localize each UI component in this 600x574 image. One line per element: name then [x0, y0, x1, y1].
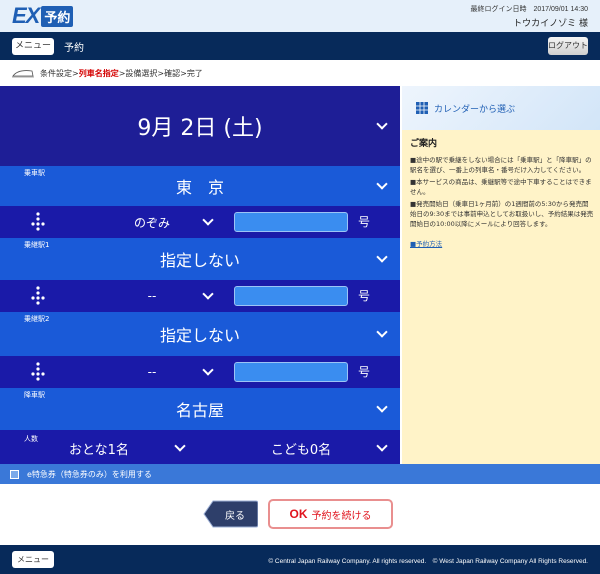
- chevron-down-icon: [376, 401, 388, 413]
- chevron-down-icon: [202, 288, 214, 300]
- menu-button[interactable]: メニュー: [12, 38, 54, 55]
- last-login-info: 最終ログイン日時 2017/09/01 14:30: [470, 6, 589, 13]
- people-label: 人数: [24, 435, 38, 443]
- arrival-label: 降車駅: [24, 391, 45, 399]
- transfer-station-2-select[interactable]: 乗継駅2 指定しない: [0, 312, 400, 356]
- copyright-text: © Central Japan Railway Company. All rig…: [268, 558, 588, 565]
- guide-box: ご案内 ■途中の駅で乗継をしない場合には「乗車駅」と「降車駅」の駅名を選び、一番…: [410, 136, 594, 250]
- reservation-method-link[interactable]: ■予約方法: [410, 240, 442, 248]
- train-row-3: -- 号: [0, 356, 400, 388]
- chevron-down-icon: [202, 364, 214, 376]
- number-suffix: 号: [358, 215, 371, 229]
- footer: メニュー © Central Japan Railway Company. Al…: [0, 545, 600, 574]
- train-name-select-1[interactable]: のぞみ: [78, 206, 226, 238]
- step-confirm: 確認: [164, 68, 181, 78]
- step-breadcrumb: 条件設定 > 列車名指定 > 設備選択 > 確認 > 完了: [0, 62, 600, 84]
- train-number-input-3[interactable]: [234, 362, 348, 382]
- date-select[interactable]: 9月 2日 (土): [0, 86, 400, 166]
- transfer-2-value: 指定しない: [159, 326, 240, 345]
- departure-station-select[interactable]: 乗車駅 東 京: [0, 166, 400, 206]
- transfer-1-value: 指定しない: [159, 251, 240, 270]
- passenger-count-row: おとな1名 人数 こども0名: [0, 432, 400, 464]
- top-header: EX 予約 最終ログイン日時 2017/09/01 14:30 トウカイノゾミ …: [0, 0, 600, 32]
- chevron-down-icon: [376, 440, 388, 452]
- departure-value: 東 京: [175, 178, 224, 197]
- page-title: 予約: [64, 43, 84, 54]
- guide-text-3: ■発売開始日（乗車日1ヶ月前）の1週間前の5:30から発売開始日の9:30までは…: [410, 200, 594, 228]
- children-value: こども0名: [270, 442, 332, 458]
- train-number-input-2[interactable]: [234, 286, 348, 306]
- chevron-down-icon: [376, 251, 388, 263]
- step-separator: >: [180, 68, 187, 78]
- train-row-2: -- 号: [0, 280, 400, 312]
- children-select[interactable]: こども0名: [202, 432, 400, 464]
- dots-icon: [31, 212, 45, 231]
- train-icon: [12, 70, 34, 78]
- dots-icon: [31, 362, 45, 381]
- chevron-down-icon: [202, 214, 214, 226]
- logo-main: EX: [12, 3, 40, 28]
- logo-sub: 予約: [41, 5, 74, 27]
- ok-label: OK: [289, 507, 308, 521]
- train-name-select-3[interactable]: --: [78, 356, 226, 388]
- chevron-down-icon: [376, 326, 388, 338]
- train-name-value: --: [147, 365, 157, 379]
- step-separator: >: [72, 68, 79, 78]
- adults-value: おとな1名: [69, 442, 129, 458]
- step-facility: 設備選択: [125, 68, 158, 78]
- date-value: 9月 2日 (土): [137, 116, 263, 141]
- departure-label: 乗車駅: [24, 169, 45, 177]
- back-button[interactable]: 戻る: [203, 500, 258, 528]
- chevron-down-icon: [376, 118, 388, 130]
- dots-icon: [31, 286, 45, 305]
- arrival-value: 名古屋: [175, 401, 224, 420]
- guide-text-2: ■本サービスの商品は、乗継駅等で途中下車することはできません。: [410, 178, 592, 196]
- step-train-name: 列車名指定: [78, 68, 119, 78]
- train-number-input-1[interactable]: [234, 212, 348, 232]
- step-condition: 条件設定: [40, 68, 72, 78]
- logout-button[interactable]: ログアウト: [548, 37, 588, 55]
- transfer-1-label: 乗継駅1: [24, 241, 50, 249]
- guide-title: ご案内: [410, 139, 438, 149]
- step-separator: >: [157, 68, 165, 78]
- nav-bar: メニュー 予約 ログアウト: [0, 32, 600, 60]
- calendar-grid-icon: [416, 102, 428, 114]
- e-ticket-checkbox[interactable]: [10, 469, 19, 479]
- reservation-form: 9月 2日 (土) 乗車駅 東 京 のぞみ 号 乗継駅1 指定しない -- 号 …: [0, 86, 400, 464]
- calendar-button[interactable]: カレンダーから選ぶ: [402, 86, 600, 130]
- e-ticket-label: e特急券（特急券のみ）を利用する: [27, 469, 152, 479]
- transfer-2-label: 乗継駅2: [24, 315, 50, 323]
- back-label: 戻る: [225, 511, 245, 522]
- ex-logo: EX 予約: [12, 3, 74, 28]
- continue-reservation-button[interactable]: OK 予約を続ける: [268, 499, 393, 529]
- arrival-station-select[interactable]: 降車駅 名古屋: [0, 388, 400, 430]
- train-name-value: --: [147, 289, 157, 303]
- guide-text-1: ■途中の駅で乗継をしない場合には「乗車駅」と「降車駅」の駅名を選び、一番上の列車…: [410, 156, 592, 174]
- side-panel: カレンダーから選ぶ ご案内 ■途中の駅で乗継をしない場合には「乗車駅」と「降車駅…: [402, 86, 600, 464]
- train-name-select-2[interactable]: --: [78, 280, 226, 312]
- footer-menu-button[interactable]: メニュー: [12, 551, 54, 568]
- number-suffix: 号: [358, 289, 371, 303]
- continue-label: 予約を続ける: [311, 510, 372, 522]
- user-name: トウカイノゾミ 様: [513, 19, 588, 29]
- e-ticket-option[interactable]: e特急券（特急券のみ）を利用する: [0, 464, 600, 484]
- chevron-down-icon: [376, 178, 388, 190]
- number-suffix: 号: [358, 365, 371, 379]
- step-separator: >: [118, 68, 126, 78]
- step-complete: 完了: [186, 68, 203, 78]
- chevron-down-icon: [174, 440, 186, 452]
- calendar-label: カレンダーから選ぶ: [434, 104, 516, 115]
- train-name-value: のぞみ: [133, 215, 170, 230]
- train-row-1: のぞみ 号: [0, 206, 400, 238]
- transfer-station-1-select[interactable]: 乗継駅1 指定しない: [0, 238, 400, 280]
